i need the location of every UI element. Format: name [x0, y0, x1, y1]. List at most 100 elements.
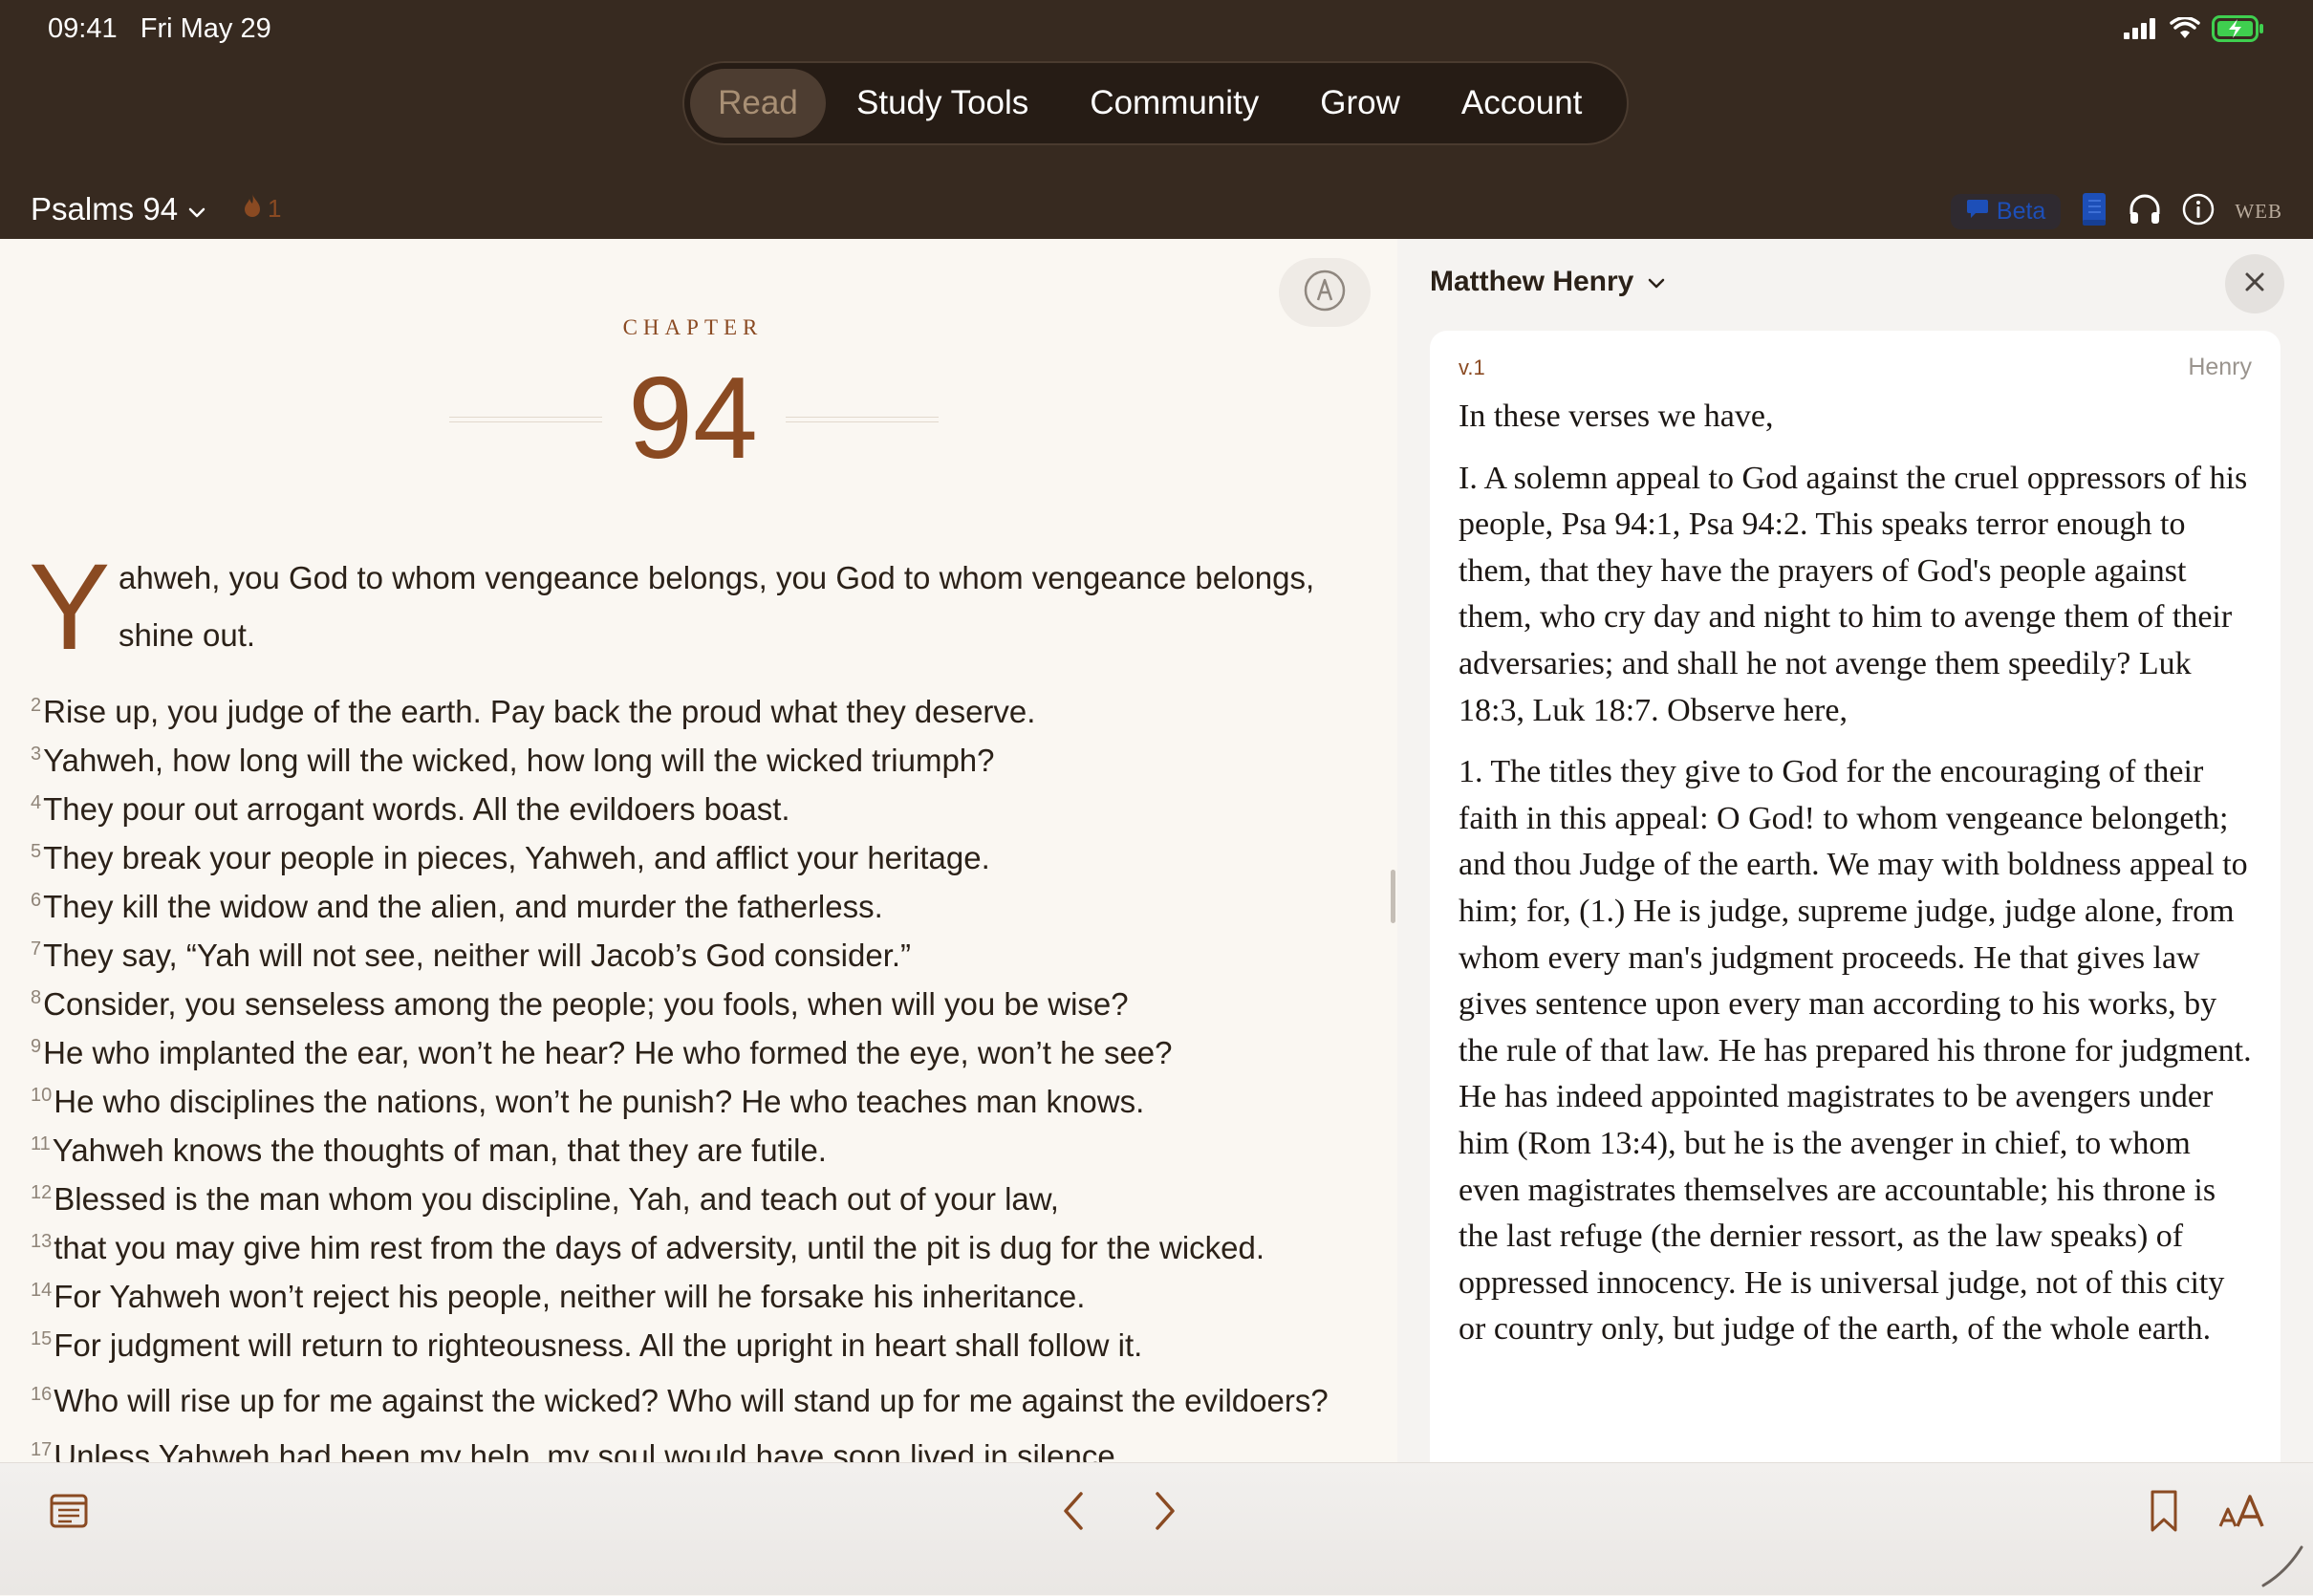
commentary-verse-ref: v.1: [1459, 356, 1485, 379]
tab-account[interactable]: Account: [1431, 69, 1612, 138]
verse-12[interactable]: 12Blessed is the man whom you discipline…: [31, 1172, 1359, 1220]
verse-number: 12: [31, 1182, 53, 1203]
commentary-source-selector[interactable]: Matthew Henry: [1430, 266, 1666, 298]
close-commentary-button[interactable]: [2225, 254, 2284, 313]
verse-number: 7: [31, 938, 42, 960]
verse-number: 13: [31, 1231, 53, 1252]
close-icon: [2242, 270, 2267, 299]
verse-text: that you may give him rest from the days…: [54, 1230, 1265, 1265]
headphones-icon[interactable]: [2128, 193, 2162, 230]
verse-text: For Yahweh won’t reject his people, neit…: [54, 1279, 1086, 1314]
verse-text: Rise up, you judge of the earth. Pay bac…: [43, 694, 1036, 729]
chevron-left-icon: [1061, 1490, 1086, 1537]
verse-3[interactable]: 3Yahweh, how long will the wicked, how l…: [31, 733, 1359, 782]
verse-number: 10: [31, 1085, 53, 1106]
commentary-author: Henry: [2188, 354, 2252, 380]
verse-text: Blessed is the man whom you discipline, …: [54, 1181, 1059, 1217]
verse-number: 9: [31, 1036, 42, 1057]
verse-15[interactable]: 15For judgment will return to righteousn…: [31, 1318, 1359, 1367]
verse-number: 16: [31, 1384, 53, 1405]
verse-list: 2Rise up, you judge of the earth. Pay ba…: [31, 684, 1359, 1462]
beta-chat-button[interactable]: Beta: [1950, 193, 2062, 229]
verse-number: 2: [31, 695, 42, 716]
verse-13[interactable]: 13that you may give him rest from the da…: [31, 1220, 1359, 1269]
verse-number: 4: [31, 792, 42, 813]
verse-6[interactable]: 6They kill the widow and the alien, and …: [31, 879, 1359, 928]
chapter-label: CHAPTER: [622, 315, 764, 339]
verse-text: He who disciplines the nations, won’t he…: [54, 1084, 1145, 1119]
verse-7[interactable]: 7They say, “Yah will not see, neither wi…: [31, 928, 1359, 977]
commentary-source-label: Matthew Henry: [1430, 266, 1634, 297]
verse-17[interactable]: 17Unless Yahweh had been my help, my sou…: [31, 1429, 1359, 1462]
battery-icon: [2212, 14, 2265, 47]
status-time: 09:41: [48, 13, 118, 44]
verse-2[interactable]: 2Rise up, you judge of the earth. Pay ba…: [31, 684, 1359, 733]
drop-cap: Y: [29, 539, 111, 676]
streak-count: 1: [268, 194, 282, 223]
signal-icon: [2124, 17, 2158, 44]
verse-number: 3: [31, 744, 42, 765]
streak-badge[interactable]: 1: [243, 193, 281, 225]
verse-text: Consider, you senseless among the people…: [43, 986, 1129, 1022]
top-header: 09:41 Fri May 29 Read Study Tools Commun…: [0, 0, 2313, 239]
verse-number: 17: [31, 1439, 53, 1460]
commentary-pane: Matthew Henry v.1 Henry In these verses …: [1397, 239, 2313, 1462]
book-chapter-label: Psalms 94: [31, 191, 179, 226]
text-size-icon: [2218, 1494, 2266, 1533]
verse-10[interactable]: 10He who disciplines the nations, won’t …: [31, 1074, 1359, 1123]
bookmark-button[interactable]: [2145, 1484, 2183, 1542]
tab-grow[interactable]: Grow: [1289, 69, 1431, 138]
chapter-number: 94: [628, 353, 758, 483]
chevron-down-icon: [187, 191, 206, 227]
verse-16[interactable]: 16Who will rise up for me against the wi…: [31, 1367, 1359, 1429]
verse-number: 8: [31, 987, 42, 1008]
status-date: Fri May 29: [140, 13, 271, 44]
verse-text: Unless Yahweh had been my help, my soul …: [54, 1438, 1124, 1462]
previous-chapter-button[interactable]: [1051, 1484, 1095, 1542]
verse-text: He who implanted the ear, won’t he hear?…: [43, 1035, 1173, 1070]
verse-9[interactable]: 9He who implanted the ear, won’t he hear…: [31, 1025, 1359, 1074]
verse-number: 11: [31, 1133, 51, 1154]
reader-tools: Beta WEB: [1950, 187, 2282, 235]
verse-text: They kill the widow and the alien, and m…: [43, 889, 883, 924]
commentary-paragraph: In these verses we have,: [1459, 399, 1774, 434]
split-view-handle[interactable]: [1391, 870, 1395, 923]
verse-8[interactable]: 8Consider, you senseless among the peopl…: [31, 977, 1359, 1025]
commentary-paragraph: 1. The titles they give to God for the e…: [1459, 754, 2252, 1348]
wifi-icon: [2170, 15, 2200, 45]
main-nav: Read Study Tools Community Grow Account: [682, 61, 1629, 145]
info-icon[interactable]: [2181, 192, 2216, 231]
verse-number: 5: [31, 841, 42, 862]
verse-text: They say, “Yah will not see, neither wil…: [43, 938, 912, 973]
flame-icon: [243, 193, 262, 225]
notes-icon: [49, 1492, 89, 1535]
notes-button[interactable]: [46, 1490, 92, 1536]
tab-study-tools[interactable]: Study Tools: [826, 69, 1059, 138]
verse-text: They pour out arrogant words. All the ev…: [43, 791, 790, 827]
next-chapter-button[interactable]: [1143, 1484, 1187, 1542]
book-icon[interactable]: [2080, 191, 2108, 232]
verse-1[interactable]: ahweh, you God to whom vengeance belongs…: [119, 550, 1361, 664]
chevron-down-icon: [1647, 266, 1666, 298]
verse-14[interactable]: 14For Yahweh won’t reject his people, ne…: [31, 1269, 1359, 1318]
compass-icon: [1303, 269, 1347, 317]
pencil-indicator-icon: [2258, 1543, 2305, 1591]
verse-text: For judgment will return to righteousnes…: [54, 1327, 1143, 1363]
commentary-paragraph: I. A solemn appeal to God against the cr…: [1459, 460, 2248, 728]
book-chapter-selector[interactable]: Psalms 94: [31, 191, 206, 227]
verse-number: 14: [31, 1280, 53, 1301]
verse-5[interactable]: 5They break your people in pieces, Yahwe…: [31, 830, 1359, 879]
chevron-right-icon: [1153, 1490, 1178, 1537]
verse-11[interactable]: 11Yahweh knows the thoughts of man, that…: [31, 1123, 1359, 1172]
tab-read[interactable]: Read: [690, 69, 826, 138]
chat-bubble-icon: [1966, 198, 1989, 226]
status-indicators: [2124, 13, 2265, 48]
translation-code[interactable]: WEB: [2235, 200, 2282, 224]
beta-label: Beta: [1996, 197, 2046, 225]
text-size-button[interactable]: [2214, 1484, 2271, 1542]
commentary-card: v.1 Henry In these verses we have, I. A …: [1430, 331, 2281, 1462]
bookmark-icon: [2149, 1489, 2179, 1538]
verse-4[interactable]: 4They pour out arrogant words. All the e…: [31, 782, 1359, 830]
tab-community[interactable]: Community: [1059, 69, 1289, 138]
bottom-toolbar: [0, 1462, 2313, 1595]
